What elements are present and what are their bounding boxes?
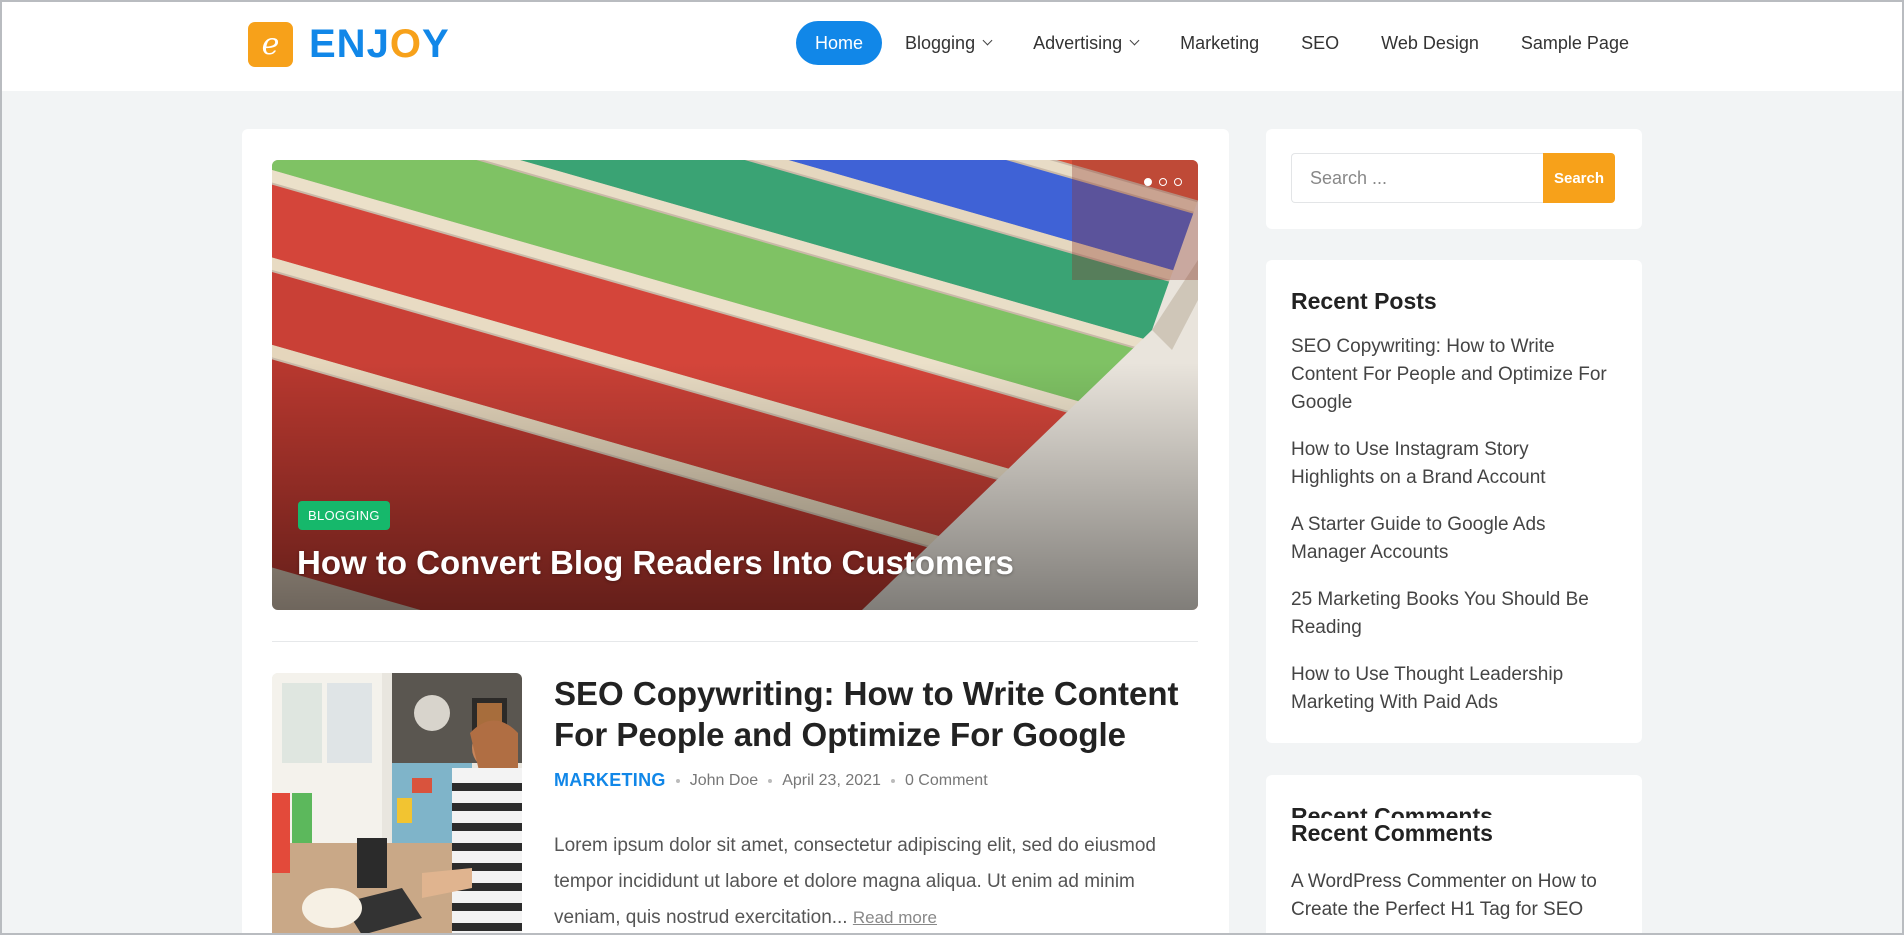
recent-comments-widget: Recent Comments Recent Comments A WordPr… bbox=[1266, 775, 1642, 935]
recent-post-link[interactable]: 25 Marketing Books You Should Be Reading bbox=[1291, 586, 1617, 642]
recent-comments-title-clipped: Recent Comments bbox=[1291, 803, 1493, 818]
site-name-part3: Y bbox=[421, 22, 450, 66]
recent-posts-widget: Recent Posts SEO Copywriting: How to Wri… bbox=[1266, 260, 1642, 743]
recent-post-link[interactable]: How to Use Thought Leadership Marketing … bbox=[1291, 661, 1617, 717]
meta-separator bbox=[890, 778, 895, 783]
post-thumbnail-image bbox=[272, 673, 522, 935]
nav-label: Advertising bbox=[1033, 32, 1123, 53]
post-author[interactable]: John Doe bbox=[690, 772, 759, 790]
post-thumbnail[interactable] bbox=[272, 673, 522, 935]
nav-label: Home bbox=[815, 32, 864, 53]
post-category[interactable]: MARKETING bbox=[554, 770, 666, 791]
site-name-part2: O bbox=[389, 22, 422, 66]
nav-label: Marketing bbox=[1180, 32, 1260, 53]
site-name-part1: ENJ bbox=[309, 22, 390, 66]
read-more-link[interactable]: Read more bbox=[853, 908, 937, 927]
featured-slider[interactable]: BLOGGING How to Convert Blog Readers Int… bbox=[272, 160, 1198, 610]
slide-category-badge[interactable]: BLOGGING bbox=[298, 501, 390, 530]
nav-label: SEO bbox=[1301, 32, 1340, 53]
recent-post-link[interactable]: SEO Copywriting: How to Write Content Fo… bbox=[1291, 333, 1617, 417]
recent-posts-list: SEO Copywriting: How to Write Content Fo… bbox=[1291, 333, 1617, 717]
nav-item-advertising[interactable]: Advertising bbox=[1014, 21, 1157, 65]
nav-item-marketing[interactable]: Marketing bbox=[1161, 21, 1278, 65]
recent-posts-title: Recent Posts bbox=[1291, 288, 1437, 314]
search-widget: Search bbox=[1266, 129, 1642, 229]
recent-comments-title: Recent Comments bbox=[1291, 820, 1493, 846]
site-logo[interactable]: e ENJOY bbox=[248, 22, 450, 67]
search-button[interactable]: Search bbox=[1543, 153, 1615, 203]
meta-separator bbox=[675, 778, 680, 783]
recent-post-link[interactable]: A Starter Guide to Google Ads Manager Ac… bbox=[1291, 511, 1617, 567]
chevron-down-icon bbox=[982, 35, 993, 46]
nav-label: Web Design bbox=[1381, 32, 1479, 53]
nav-label: Blogging bbox=[905, 32, 976, 53]
nav-label: Sample Page bbox=[1520, 32, 1629, 53]
logo-mark-icon: e bbox=[248, 22, 293, 67]
post-title[interactable]: SEO Copywriting: How to Write Content Fo… bbox=[554, 673, 1184, 755]
nav-item-home[interactable]: Home bbox=[796, 21, 883, 65]
primary-nav: Home Blogging Advertising Marketing SEO … bbox=[796, 21, 1652, 65]
site-header: e ENJOY Home Blogging Advertising Market… bbox=[0, 0, 1904, 91]
search-input[interactable] bbox=[1291, 153, 1543, 203]
post-date[interactable]: April 23, 2021 bbox=[782, 772, 881, 790]
nav-item-blogging[interactable]: Blogging bbox=[886, 21, 1010, 65]
slider-dots bbox=[1144, 178, 1182, 186]
content-divider bbox=[272, 641, 1198, 642]
post-comment-count[interactable]: 0 Comment bbox=[905, 772, 988, 790]
slider-dot-1[interactable] bbox=[1144, 178, 1152, 186]
recent-comment-link[interactable]: A WordPress Commenter on How to Create t… bbox=[1291, 868, 1621, 924]
recent-post-link[interactable]: How to Use Instagram Story Highlights on… bbox=[1291, 436, 1617, 492]
post-excerpt: Lorem ipsum dolor sit amet, consectetur … bbox=[554, 828, 1194, 935]
slider-dot-2[interactable] bbox=[1159, 178, 1167, 186]
chevron-down-icon bbox=[1129, 35, 1140, 46]
slider-dot-3[interactable] bbox=[1174, 178, 1182, 186]
meta-separator bbox=[768, 778, 773, 783]
slider-overlay bbox=[272, 160, 1198, 610]
post-meta: MARKETING John Doe April 23, 2021 0 Comm… bbox=[554, 770, 988, 791]
nav-item-sample-page[interactable]: Sample Page bbox=[1502, 21, 1648, 65]
nav-item-web-design[interactable]: Web Design bbox=[1362, 21, 1498, 65]
slide-title[interactable]: How to Convert Blog Readers Into Custome… bbox=[297, 544, 1014, 582]
nav-item-seo[interactable]: SEO bbox=[1282, 21, 1358, 65]
site-name: ENJOY bbox=[309, 22, 450, 67]
